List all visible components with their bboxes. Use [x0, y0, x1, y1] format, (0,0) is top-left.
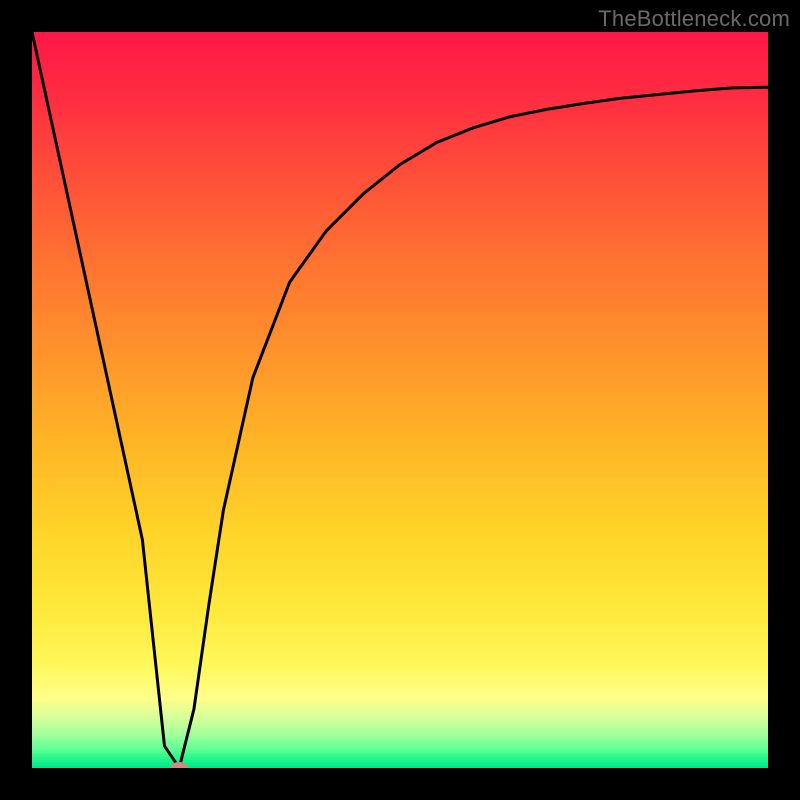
bottleneck-curve	[32, 32, 768, 768]
curve-layer	[32, 32, 768, 768]
chart-frame: TheBottleneck.com	[0, 0, 800, 800]
plot-area	[32, 32, 768, 768]
watermark-text: TheBottleneck.com	[598, 6, 790, 32]
optimal-point-marker	[170, 762, 188, 768]
